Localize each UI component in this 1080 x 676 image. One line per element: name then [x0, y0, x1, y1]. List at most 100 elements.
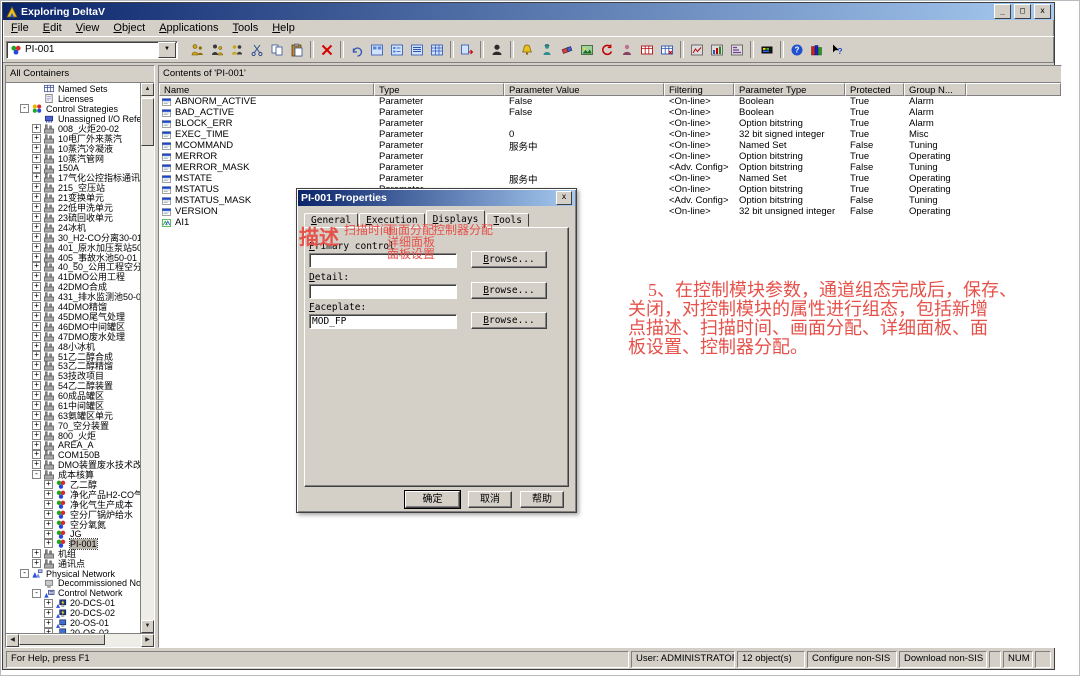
scroll-left-button[interactable]: ◀ [6, 634, 19, 647]
column-header-filtering[interactable]: Filtering [664, 83, 734, 96]
help-button[interactable]: 帮助 [520, 491, 564, 508]
delete-button[interactable] [317, 40, 337, 59]
restore-button[interactable]: □ [1014, 4, 1031, 19]
expand-toggle[interactable]: + [32, 559, 41, 568]
export-button[interactable] [457, 40, 477, 59]
menu-file[interactable]: File [4, 21, 36, 35]
user-button[interactable] [487, 40, 507, 59]
scroll-track[interactable] [141, 96, 154, 620]
tree-item[interactable]: +AREA_A [8, 440, 140, 450]
expand-toggle[interactable]: - [20, 569, 29, 578]
tree-item[interactable]: -Control Strategies [8, 104, 140, 114]
tab-general[interactable]: General [304, 213, 358, 227]
tree-item[interactable]: +20-OS-01 [8, 618, 140, 628]
people-3-button[interactable] [227, 40, 247, 59]
scroll-thumb-h[interactable] [19, 634, 105, 645]
people-1-button[interactable] [187, 40, 207, 59]
tree-item[interactable]: +Named Sets [8, 84, 140, 94]
dialog-close-button[interactable]: x [556, 191, 572, 205]
cut-button[interactable] [247, 40, 267, 59]
expand-toggle[interactable]: + [32, 253, 41, 262]
combo-dropdown-button[interactable]: ▼ [158, 42, 176, 58]
module-selector-combo[interactable]: PI-001 ▼ [6, 41, 178, 59]
tree-item[interactable]: -Physical Network [8, 569, 140, 579]
scroll-thumb[interactable] [141, 98, 154, 146]
expand-toggle[interactable]: + [44, 599, 53, 608]
faceplate-browse-button[interactable]: Browse... [471, 312, 547, 329]
tree-item[interactable]: +800_火炬 [8, 430, 140, 440]
copy-button[interactable] [267, 40, 287, 59]
scroll-down-button[interactable]: ▼ [141, 620, 154, 633]
expand-toggle[interactable]: - [32, 470, 41, 479]
bell-button[interactable] [517, 40, 537, 59]
tab-tools[interactable]: Tools [486, 213, 529, 227]
expand-toggle[interactable]: + [32, 173, 41, 182]
console-button[interactable] [757, 40, 777, 59]
expand-toggle[interactable]: + [32, 154, 41, 163]
undo-button[interactable] [347, 40, 367, 59]
expand-toggle[interactable]: + [32, 233, 41, 242]
expand-toggle[interactable]: + [32, 292, 41, 301]
menu-edit[interactable]: Edit [36, 21, 69, 35]
scroll-right-button[interactable]: ▶ [141, 634, 154, 647]
detail-display-browse-button[interactable]: Browse... [471, 282, 547, 299]
expand-toggle[interactable]: + [32, 134, 41, 143]
chart-2-button[interactable] [707, 40, 727, 59]
table-row[interactable]: MSTATEParameter服务中<On-line>Named SetTrue… [159, 173, 1061, 184]
primary-control-display-input[interactable] [309, 253, 457, 268]
close-button[interactable]: x [1034, 4, 1051, 19]
expand-toggle[interactable]: + [44, 500, 53, 509]
menu-view[interactable]: View [69, 21, 107, 35]
tab-displays[interactable]: Displays [426, 210, 486, 228]
tab-execution[interactable]: Execution [359, 213, 425, 227]
ok-button[interactable]: 确定 [405, 491, 460, 508]
expand-toggle[interactable]: + [32, 549, 41, 558]
table-row[interactable]: MSTATUS_MASKParameter<Adv. Config>Option… [159, 195, 1061, 206]
expand-toggle[interactable]: - [20, 104, 29, 113]
expand-toggle[interactable]: - [32, 589, 41, 598]
column-header-protected[interactable]: Protected [845, 83, 904, 96]
expand-toggle[interactable]: + [44, 480, 53, 489]
paste-button[interactable] [287, 40, 307, 59]
table-row[interactable]: AI1 [159, 217, 1061, 228]
expand-toggle[interactable]: + [32, 183, 41, 192]
operator-button[interactable] [537, 40, 557, 59]
expand-toggle[interactable]: + [32, 272, 41, 281]
column-header-group-n[interactable]: Group N... [904, 83, 966, 96]
cancel-button[interactable]: 取消 [468, 491, 512, 508]
user-2-button[interactable] [617, 40, 637, 59]
table-row[interactable]: MERRORParameter<On-line>Option bitstring… [159, 151, 1061, 162]
column-header-filler[interactable] [966, 83, 1061, 96]
books-button[interactable] [807, 40, 827, 59]
tree-horizontal-scrollbar[interactable]: ◀ ▶ [6, 633, 154, 647]
faceplate-input[interactable] [309, 314, 457, 329]
expand-toggle[interactable]: + [32, 213, 41, 222]
table-row[interactable]: BAD_ACTIVEParameterFalse<On-line>Boolean… [159, 107, 1061, 118]
tree-item[interactable]: +20-DCS-01 [8, 598, 140, 608]
table-row[interactable]: EXEC_TIMEParameter0<On-line>32 bit signe… [159, 129, 1061, 140]
menu-tools[interactable]: Tools [226, 21, 266, 35]
menu-help[interactable]: Help [265, 21, 302, 35]
refresh-button[interactable] [597, 40, 617, 59]
expand-toggle[interactable]: + [32, 401, 41, 410]
title-bar[interactable]: Exploring DeltaV _ □ x [3, 3, 1054, 20]
expand-toggle[interactable]: + [32, 223, 41, 232]
expand-toggle[interactable]: + [32, 411, 41, 420]
expand-toggle[interactable]: + [32, 282, 41, 291]
expand-toggle[interactable]: + [32, 243, 41, 252]
column-header-name[interactable]: Name [159, 83, 374, 96]
tree-item[interactable]: +20-DCS-02 [8, 608, 140, 618]
expand-toggle[interactable]: + [32, 431, 41, 440]
eraser-button[interactable] [557, 40, 577, 59]
expand-toggle[interactable]: + [32, 262, 41, 271]
expand-toggle[interactable]: + [32, 193, 41, 202]
expand-toggle[interactable]: + [32, 391, 41, 400]
view-large-button[interactable] [367, 40, 387, 59]
help-button[interactable]: ? [787, 40, 807, 59]
menu-object[interactable]: Object [106, 21, 152, 35]
people-2-button[interactable] [207, 40, 227, 59]
expand-toggle[interactable]: + [32, 342, 41, 351]
expand-toggle[interactable]: + [32, 460, 41, 469]
expand-toggle[interactable]: + [32, 124, 41, 133]
tree-item[interactable]: -Control Network [8, 588, 140, 598]
